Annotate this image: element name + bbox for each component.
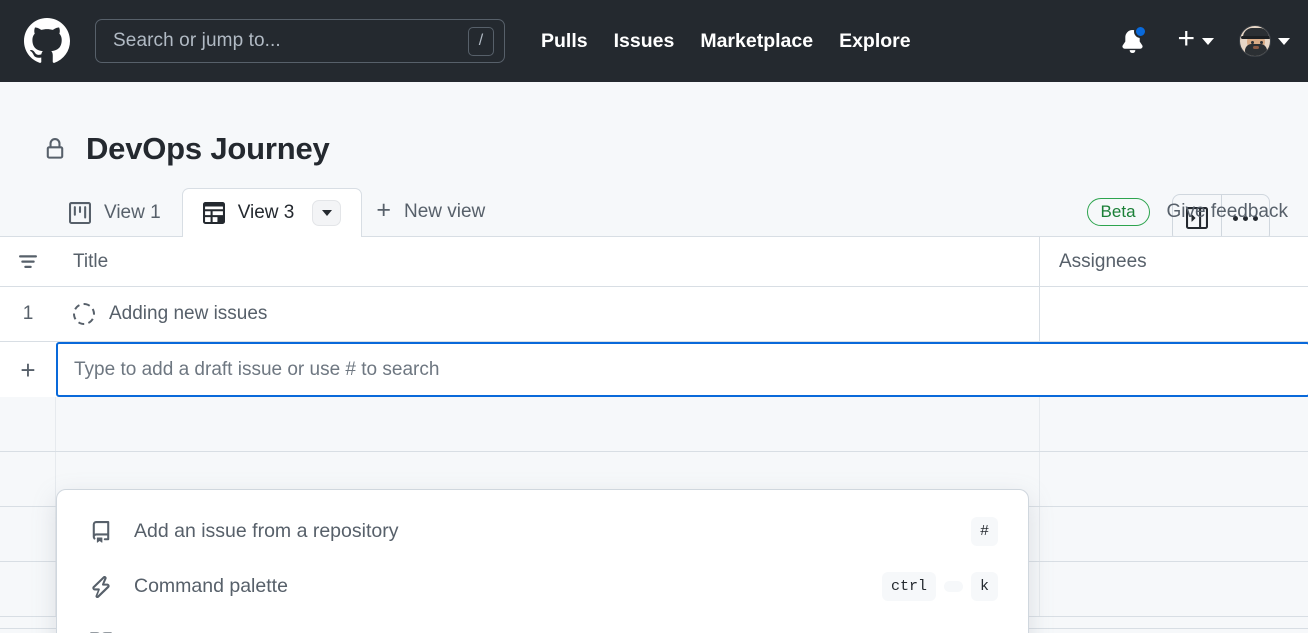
row-number	[0, 397, 56, 451]
kbd-hash: #	[970, 517, 998, 546]
chevron-down-icon	[1278, 37, 1290, 45]
row-title-text: Adding new issues	[109, 303, 268, 324]
menu-item-shortcut: #	[970, 517, 998, 546]
project-header: DevOps Journey	[0, 82, 1308, 180]
cell-title[interactable]	[56, 397, 1040, 451]
table-row[interactable]: 1 Adding new issues	[0, 287, 1308, 342]
nav-link-issues[interactable]: Issues	[614, 30, 675, 53]
row-number	[0, 562, 56, 616]
row-number	[0, 507, 56, 561]
nav-link-explore[interactable]: Explore	[839, 30, 911, 53]
tab-view-1-label: View 1	[104, 202, 161, 223]
nav-right-cluster: +	[1111, 0, 1290, 82]
give-feedback-link[interactable]: Give feedback	[1167, 201, 1288, 223]
account-menu-button[interactable]	[1239, 25, 1290, 57]
plus-icon: +	[20, 354, 36, 385]
plus-icon: +	[1177, 22, 1195, 55]
add-item-suggestions-menu: Add an issue from a repository # Command…	[56, 489, 1029, 633]
draft-issue-icon	[73, 303, 95, 325]
row-number	[0, 452, 56, 506]
column-header-assignees[interactable]: Assignees	[1040, 237, 1308, 286]
chevron-down-icon	[321, 210, 332, 216]
cell-assignees[interactable]	[1040, 452, 1308, 506]
search-placeholder: Search or jump to...	[113, 30, 281, 51]
new-view-label: New view	[403, 200, 486, 222]
table-header-row: Title Assignees	[0, 237, 1308, 287]
menu-item-label: Command palette	[134, 575, 288, 597]
tab-view-3-label: View 3	[237, 202, 295, 223]
tab-view-3[interactable]: View 3	[181, 188, 363, 237]
global-navigation-bar: Search or jump to... / Pulls Issues Mark…	[0, 0, 1308, 82]
add-item-row[interactable]: + Type to add a draft issue or use # to …	[0, 342, 1308, 397]
project-board-icon	[69, 202, 91, 224]
cell-assignees[interactable]	[1040, 397, 1308, 451]
nav-link-pulls[interactable]: Pulls	[541, 30, 588, 53]
table-row[interactable]	[0, 397, 1308, 452]
menu-item-shortcut: ctrl k	[881, 572, 998, 601]
search-shortcut-hint: /	[468, 26, 494, 56]
kbd-separator	[943, 581, 963, 592]
project-page: DevOps Journey View 1 View 3 + New view …	[0, 82, 1308, 633]
views-right-cluster: Beta Give feedback	[1086, 198, 1288, 226]
cell-title[interactable]: Adding new issues	[56, 287, 1040, 341]
tab-view-1[interactable]: View 1	[48, 188, 182, 237]
menu-item-label: Add an issue from a repository	[134, 520, 399, 542]
github-mark-icon[interactable]	[24, 18, 70, 64]
avatar	[1239, 25, 1271, 57]
kbd-ctrl: ctrl	[881, 572, 936, 601]
kbd-k: k	[970, 572, 998, 601]
search-input[interactable]: Search or jump to... /	[95, 19, 505, 63]
row-number: 1	[22, 303, 34, 324]
notifications-button[interactable]	[1111, 20, 1153, 62]
create-new-button[interactable]: +	[1177, 22, 1214, 56]
beta-badge: Beta	[1086, 198, 1150, 226]
menu-item-help-and-documentation[interactable]: Help and documentation	[57, 614, 1028, 633]
view-tabs: View 1 View 3 + New view Beta Give feedb…	[0, 180, 1308, 237]
add-item-input[interactable]: Type to add a draft issue or use # to se…	[56, 342, 1308, 397]
repo-icon	[90, 520, 116, 543]
table-icon	[202, 202, 225, 224]
nav-link-marketplace[interactable]: Marketplace	[700, 30, 813, 53]
plus-icon: +	[376, 196, 391, 224]
table-filter-button[interactable]	[0, 237, 56, 286]
chevron-down-icon	[1202, 37, 1214, 45]
cell-assignees[interactable]	[1040, 287, 1308, 341]
page-title: DevOps Journey	[86, 131, 330, 166]
menu-item-command-palette[interactable]: Command palette ctrl k	[57, 559, 1028, 614]
new-view-button[interactable]: + New view	[362, 187, 499, 236]
zap-icon	[90, 575, 116, 598]
notification-unread-badge	[1134, 25, 1148, 38]
menu-item-add-issue-from-repository[interactable]: Add an issue from a repository #	[57, 504, 1028, 559]
primary-nav-links: Pulls Issues Marketplace Explore	[541, 30, 911, 53]
filter-sort-icon	[19, 254, 37, 268]
cell-assignees[interactable]	[1040, 562, 1308, 616]
lock-icon	[46, 138, 64, 159]
column-header-title[interactable]: Title	[56, 237, 1040, 286]
cell-assignees[interactable]	[1040, 507, 1308, 561]
view-3-menu-button[interactable]	[312, 200, 342, 226]
